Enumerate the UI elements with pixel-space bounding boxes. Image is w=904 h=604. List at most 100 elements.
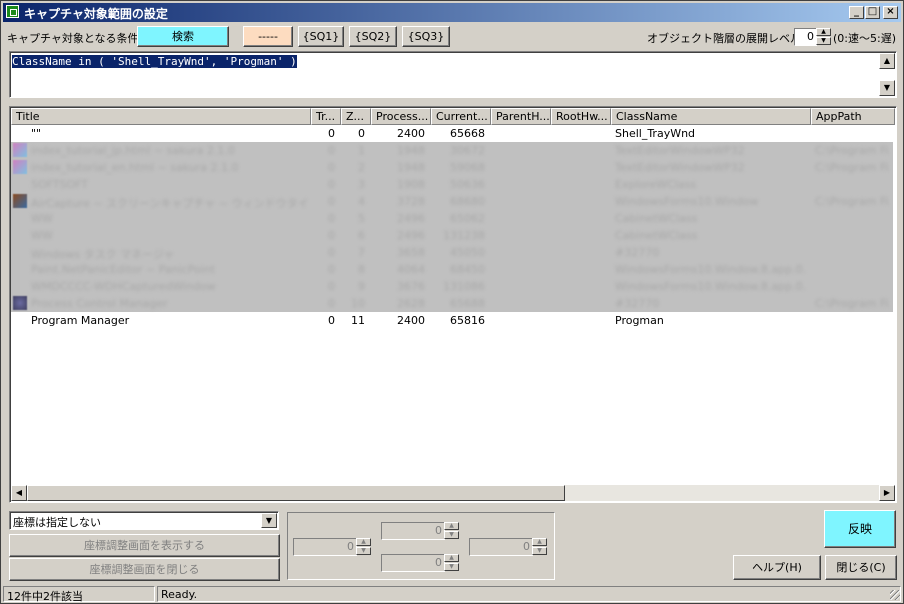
apply-button[interactable]: 反映 — [824, 510, 896, 548]
level-hint: (0:速～5:遅) — [833, 32, 896, 45]
level-down-arrow-icon[interactable]: ▼ — [816, 37, 831, 45]
chevron-down-icon[interactable]: ▼ — [261, 513, 277, 528]
search-button[interactable]: 検索 — [137, 26, 229, 47]
table-row[interactable]: "" 0 0 2400 65668 Shell_TrayWnd — [11, 125, 893, 142]
help-button[interactable]: ヘルプ(H) — [733, 555, 821, 580]
cell-current: 65816 — [450, 314, 485, 327]
column-header[interactable]: AppPath — [811, 108, 895, 125]
column-header[interactable]: Process... — [371, 108, 431, 125]
cell-tr: 0 — [328, 246, 335, 259]
coord-bottom-stepper[interactable]: 0 ▲ ▼ — [381, 554, 460, 572]
cell-apppath: C:\Program Files\AirCap — [815, 195, 889, 208]
scroll-right-arrow-icon[interactable]: ▶ — [879, 485, 895, 501]
cell-process: 1948 — [397, 161, 425, 174]
title-bar[interactable]: キャプチャ対象範囲の設定 _ □ × — [3, 3, 901, 22]
table-row[interactable]: AirCapture ~ スクリーンキャプチャ ~ ウィンドウタイトル 0 4 372… — [11, 193, 893, 210]
coord-right-up-icon[interactable]: ▲ — [532, 538, 547, 546]
query-scroll-down-icon[interactable]: ▼ — [879, 80, 895, 96]
coord-top-stepper[interactable]: 0 ▲ ▼ — [381, 522, 460, 540]
coord-right-value[interactable]: 0 — [469, 538, 533, 556]
column-header[interactable]: Title — [11, 108, 311, 125]
coord-left-stepper[interactable]: 0 ▲ ▼ — [293, 538, 372, 556]
query-scroll-up-icon[interactable]: ▲ — [879, 53, 895, 69]
cell-tr: 0 — [328, 263, 335, 276]
window-icon — [13, 194, 27, 208]
level-stepper[interactable]: 0 ▲ ▼ — [794, 28, 832, 46]
cell-title: WMDCCCC-WDHCapturedWindow — [31, 280, 216, 293]
column-header[interactable]: Current... — [431, 108, 491, 125]
coord-right-stepper[interactable]: 0 ▲ ▼ — [469, 538, 548, 556]
table-row[interactable]: WW 0 6 2496 131238 CabinetWClass — [11, 227, 893, 244]
column-header[interactable]: RootHw... — [551, 108, 611, 125]
coord-left-up-icon[interactable]: ▲ — [356, 538, 371, 546]
table-row[interactable]: WW 0 5 2496 65062 CabinetWClass — [11, 210, 893, 227]
coord-select[interactable]: 座標は指定しない ▼ — [9, 511, 279, 530]
status-state-panel: Ready. — [157, 586, 901, 602]
sq1-button[interactable]: {SQ1} — [298, 26, 344, 47]
show-coord-button[interactable]: 座標調整画面を表示する — [9, 534, 280, 557]
cell-apppath: C:\Program Files\sakura — [815, 161, 889, 174]
table-row[interactable]: Windows タスク マネージャ 0 7 3658 45050 #32770 — [11, 244, 893, 261]
cell-process: 2496 — [397, 212, 425, 225]
coord-bottom-value[interactable]: 0 — [381, 554, 445, 572]
column-header[interactable]: ParentH... — [491, 108, 551, 125]
table-row[interactable]: SOFTSOFT 0 3 1908 50636 ExploreWClass — [11, 176, 893, 193]
close-button[interactable]: 閉じる(C) — [825, 555, 897, 580]
close-window-button[interactable]: × — [883, 6, 898, 19]
sq2-button[interactable]: {SQ2} — [349, 26, 397, 47]
column-header[interactable]: Tr... — [311, 108, 341, 125]
coord-top-down-icon[interactable]: ▼ — [444, 531, 459, 539]
query-textarea[interactable]: ClassName in ( 'Shell_TrayWnd', 'Progman… — [9, 51, 897, 98]
cell-tr: 0 — [328, 297, 335, 310]
cell-classname: TextEditorWindowWP32 — [615, 144, 745, 157]
sq3-button[interactable]: {SQ3} — [402, 26, 450, 47]
scroll-left-arrow-icon[interactable]: ◀ — [11, 485, 27, 501]
table-row[interactable]: Paint.NetPanicEditor ~ PanicPoint 0 8 4064 6… — [11, 261, 893, 278]
cell-tr: 0 — [328, 178, 335, 191]
coord-select-value: 座標は指定しない — [13, 516, 101, 529]
cell-title: Process Control Manager — [31, 297, 168, 310]
cell-classname: #32770 — [615, 246, 660, 259]
cell-tr: 0 — [328, 229, 335, 242]
dash-button[interactable]: ----- — [243, 26, 293, 47]
coord-top-value[interactable]: 0 — [381, 522, 445, 540]
coord-bottom-down-icon[interactable]: ▼ — [444, 563, 459, 571]
horizontal-scrollbar[interactable]: ◀ ▶ — [11, 485, 895, 501]
column-header[interactable]: ClassName — [611, 108, 811, 125]
minimize-button[interactable]: _ — [849, 6, 864, 19]
scroll-thumb[interactable] — [27, 485, 565, 501]
cell-current: 65688 — [450, 297, 485, 310]
cell-z: 11 — [351, 314, 365, 327]
coord-top-up-icon[interactable]: ▲ — [444, 522, 459, 530]
column-header[interactable]: Z... — [341, 108, 371, 125]
table-row[interactable]: Process Control Manager 0 10 2628 65688 #3277… — [11, 295, 893, 312]
cell-classname: Progman — [615, 314, 664, 327]
table-row[interactable]: index_tutorial_jp.html ~ sakura 2.1.0 0 1 1… — [11, 142, 893, 159]
maximize-button[interactable]: □ — [865, 6, 880, 19]
close-coord-button[interactable]: 座標調整画面を閉じる — [9, 558, 280, 581]
cell-classname: Shell_TrayWnd — [615, 127, 696, 140]
coord-right-down-icon[interactable]: ▼ — [532, 547, 547, 555]
cell-z: 3 — [358, 178, 365, 191]
coord-left-down-icon[interactable]: ▼ — [356, 547, 371, 555]
level-value[interactable]: 0 — [794, 28, 817, 46]
cell-z: 0 — [358, 127, 365, 140]
table-row[interactable]: Program Manager 0 11 2400 65816 Progman — [11, 312, 893, 329]
coord-left-value[interactable]: 0 — [293, 538, 357, 556]
coord-bottom-up-icon[interactable]: ▲ — [444, 554, 459, 562]
cell-current: 131238 — [443, 229, 485, 242]
cell-current: 65062 — [450, 212, 485, 225]
cell-classname: WindowsForms10.Window.8.app.0.33c0 — [615, 280, 805, 293]
cell-tr: 0 — [328, 195, 335, 208]
resize-grip-icon[interactable] — [890, 590, 900, 600]
cell-classname: TextEditorWindowWP32 — [615, 161, 745, 174]
table-row[interactable]: WMDCCCC-WDHCapturedWindow 0 9 3676 131086 Win… — [11, 278, 893, 295]
level-up-arrow-icon[interactable]: ▲ — [816, 28, 831, 36]
cell-process: 1948 — [397, 144, 425, 157]
level-label: オブジェクト階層の展開レベル: — [647, 32, 805, 45]
cell-tr: 0 — [328, 161, 335, 174]
cell-z: 9 — [358, 280, 365, 293]
table-row[interactable]: index_tutorial_en.html ~ sakura 2.1.0 0 2 1… — [11, 159, 893, 176]
window-icon — [13, 160, 27, 174]
window-list-table[interactable]: Title Tr... Z... Process... Current... Parent… — [9, 106, 897, 503]
